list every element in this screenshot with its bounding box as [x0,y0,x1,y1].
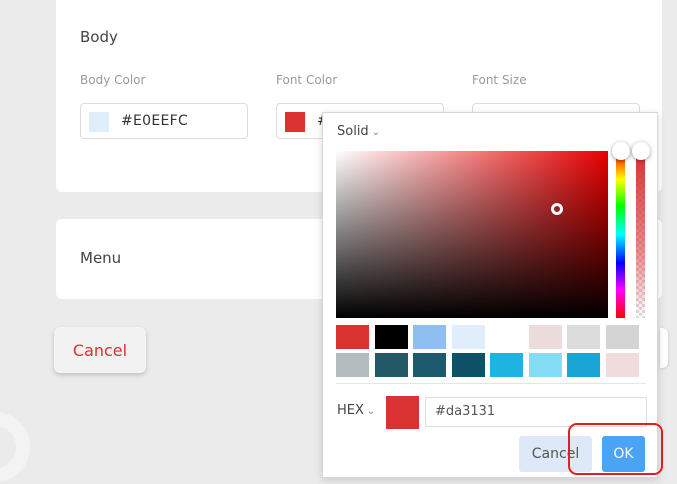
preset-swatch[interactable] [528,353,562,377]
preset-swatch[interactable] [605,325,639,349]
font-size-label: Font Size [472,73,527,87]
body-color-label: Body Color [80,73,146,87]
font-color-label: Font Color [276,73,338,87]
picker-mode-dropdown[interactable]: Solid ⌄ [337,124,380,139]
picker-mode-label: Solid [337,124,369,139]
picker-divider [336,383,646,384]
preset-swatch[interactable] [567,353,600,377]
preset-swatch[interactable] [605,353,639,377]
preset-swatch[interactable] [451,353,485,377]
preset-swatch[interactable] [374,325,408,349]
body-color-input[interactable]: #E0EEFC [80,103,248,139]
body-color-value: #E0EEFC [121,113,189,129]
preset-swatch[interactable] [413,325,446,349]
alpha-slider-knob[interactable] [632,142,650,160]
chevron-down-icon: ⌄ [366,406,376,417]
preset-swatch[interactable] [374,353,408,377]
font-color-swatch[interactable] [285,112,305,132]
current-color-swatch [386,396,419,429]
preset-swatch[interactable] [413,353,446,377]
saturation-value-area[interactable] [336,151,608,318]
preset-swatch[interactable] [490,353,523,377]
format-label: HEX [337,403,364,418]
save-button-edge[interactable] [660,328,668,368]
saturation-handle[interactable] [551,203,563,215]
hue-slider-knob[interactable] [612,142,630,160]
preset-swatch[interactable] [528,325,562,349]
cancel-button[interactable]: Cancel [54,327,146,373]
body-section-title: Body [80,28,118,46]
chevron-down-icon: ⌄ [371,127,381,138]
preset-swatch[interactable] [451,325,485,349]
hue-slider[interactable] [616,151,625,318]
background-ghost-glyph [0,412,40,484]
ok-button-highlight [568,423,663,475]
preset-swatch[interactable] [490,325,523,349]
preset-swatch[interactable] [336,353,369,377]
preset-swatch[interactable] [567,325,600,349]
alpha-slider[interactable] [636,151,645,318]
body-color-swatch[interactable] [89,112,109,132]
format-dropdown[interactable]: HEX ⌄ [337,403,375,418]
preset-swatch[interactable] [336,325,369,349]
menu-section-title: Menu [80,249,122,267]
